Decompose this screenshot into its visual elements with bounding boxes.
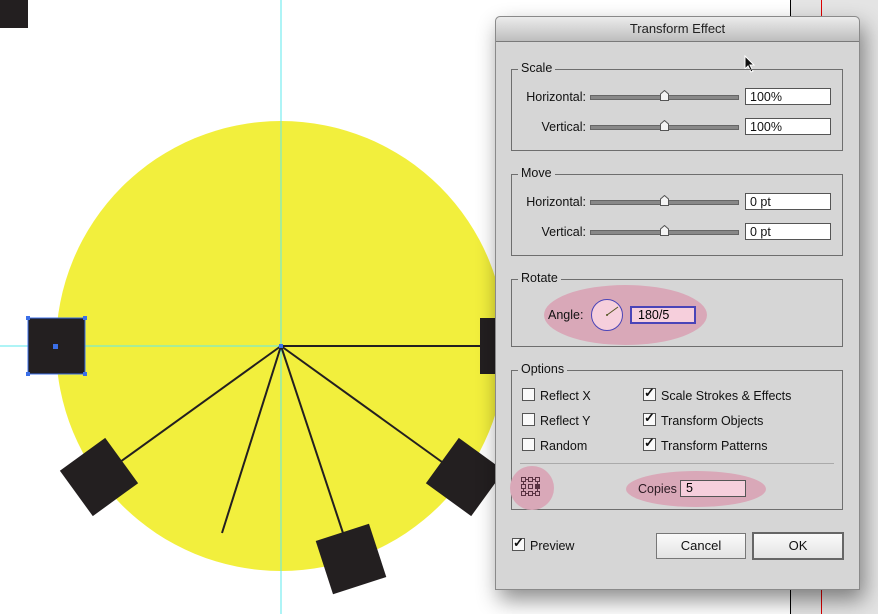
move-horizontal-input[interactable]: 0 pt — [745, 193, 831, 210]
move-vertical-input[interactable]: 0 pt — [745, 223, 831, 240]
slider-thumb[interactable] — [660, 195, 669, 206]
checkbox-box[interactable] — [643, 385, 656, 401]
transform-effect-dialog: Transform Effect Scale Horizontal: 100% … — [495, 16, 860, 590]
copies-input[interactable]: 5 — [680, 480, 746, 497]
scale-horizontal-slider[interactable] — [590, 90, 739, 101]
rotate-group: Rotate Angle: 180/5 — [511, 271, 843, 347]
checkbox-box[interactable] — [643, 410, 656, 426]
move-vertical-slider[interactable] — [590, 225, 739, 236]
scale-horizontal-input[interactable]: 100% — [745, 88, 831, 105]
checkbox-label: Random — [540, 439, 588, 453]
preview-label: Preview — [530, 539, 575, 553]
checkbox-label: Reflect X — [540, 389, 591, 403]
dialog-title[interactable]: Transform Effect — [496, 17, 859, 42]
reference-point-locator-icon[interactable] — [521, 477, 541, 497]
checkbox-box[interactable] — [643, 435, 656, 451]
center-point-icon — [53, 344, 58, 349]
scale-strokes-effects-checkbox[interactable]: Scale Strokes & Effects — [643, 385, 792, 403]
scale-vertical-slider[interactable] — [590, 120, 739, 131]
options-legend: Options — [518, 362, 568, 376]
checkbox-box[interactable] — [522, 413, 535, 426]
selection-handle[interactable] — [83, 316, 87, 320]
slider-thumb[interactable] — [660, 90, 669, 101]
selection-handle[interactable] — [26, 372, 30, 376]
copy-square[interactable] — [0, 0, 28, 28]
move-vertical-label: Vertical: — [541, 225, 586, 239]
selection-handle[interactable] — [26, 316, 30, 320]
scale-vertical-row: Vertical: 100% — [512, 118, 842, 138]
scale-vertical-label: Vertical: — [541, 120, 586, 134]
move-group: Move Horizontal: 0 pt Vertical: 0 pt — [511, 166, 843, 256]
slider-thumb[interactable] — [660, 225, 669, 236]
options-group: Options Reflect X Reflect Y Random Scale… — [510, 362, 843, 510]
checkbox-label: Reflect Y — [540, 414, 591, 428]
scale-vertical-input[interactable]: 100% — [745, 118, 831, 135]
selection-handle[interactable] — [83, 372, 87, 376]
angle-input[interactable]: 180/5 — [630, 306, 696, 324]
ok-button[interactable]: OK — [752, 532, 844, 560]
slider-thumb[interactable] — [660, 120, 669, 131]
selected-square[interactable] — [26, 316, 87, 376]
checkbox-box[interactable] — [522, 438, 535, 451]
transform-patterns-checkbox[interactable]: Transform Patterns — [643, 435, 768, 453]
checkbox-label: Transform Patterns — [661, 439, 768, 453]
move-legend: Move — [518, 166, 555, 180]
options-divider — [520, 463, 834, 464]
checkbox-label: Transform Objects — [661, 414, 764, 428]
transform-objects-checkbox[interactable]: Transform Objects — [643, 410, 764, 428]
cancel-button[interactable]: Cancel — [656, 533, 746, 559]
angle-dial-icon[interactable] — [590, 298, 624, 332]
move-horizontal-label: Horizontal: — [526, 195, 586, 209]
rotate-legend: Rotate — [518, 271, 561, 285]
checkbox-label: Scale Strokes & Effects — [661, 389, 792, 403]
scale-horizontal-row: Horizontal: 100% — [512, 88, 842, 108]
reflect-x-checkbox[interactable]: Reflect X — [522, 388, 591, 403]
preview-checkbox[interactable]: Preview — [512, 535, 575, 553]
angle-label: Angle: — [548, 308, 584, 322]
checkbox-box[interactable] — [522, 388, 535, 401]
random-checkbox[interactable]: Random — [522, 438, 587, 453]
scale-legend: Scale — [518, 61, 556, 75]
move-horizontal-row: Horizontal: 0 pt — [512, 193, 842, 213]
move-horizontal-slider[interactable] — [590, 195, 739, 206]
scale-horizontal-label: Horizontal: — [526, 90, 586, 104]
copies-label: Copies — [638, 482, 677, 496]
checkbox-box[interactable] — [512, 535, 525, 551]
scale-group: Scale Horizontal: 100% Vertical: 100% — [511, 61, 843, 151]
move-vertical-row: Vertical: 0 pt — [512, 223, 842, 243]
origin-point-icon — [279, 344, 283, 348]
reflect-y-checkbox[interactable]: Reflect Y — [522, 413, 591, 428]
